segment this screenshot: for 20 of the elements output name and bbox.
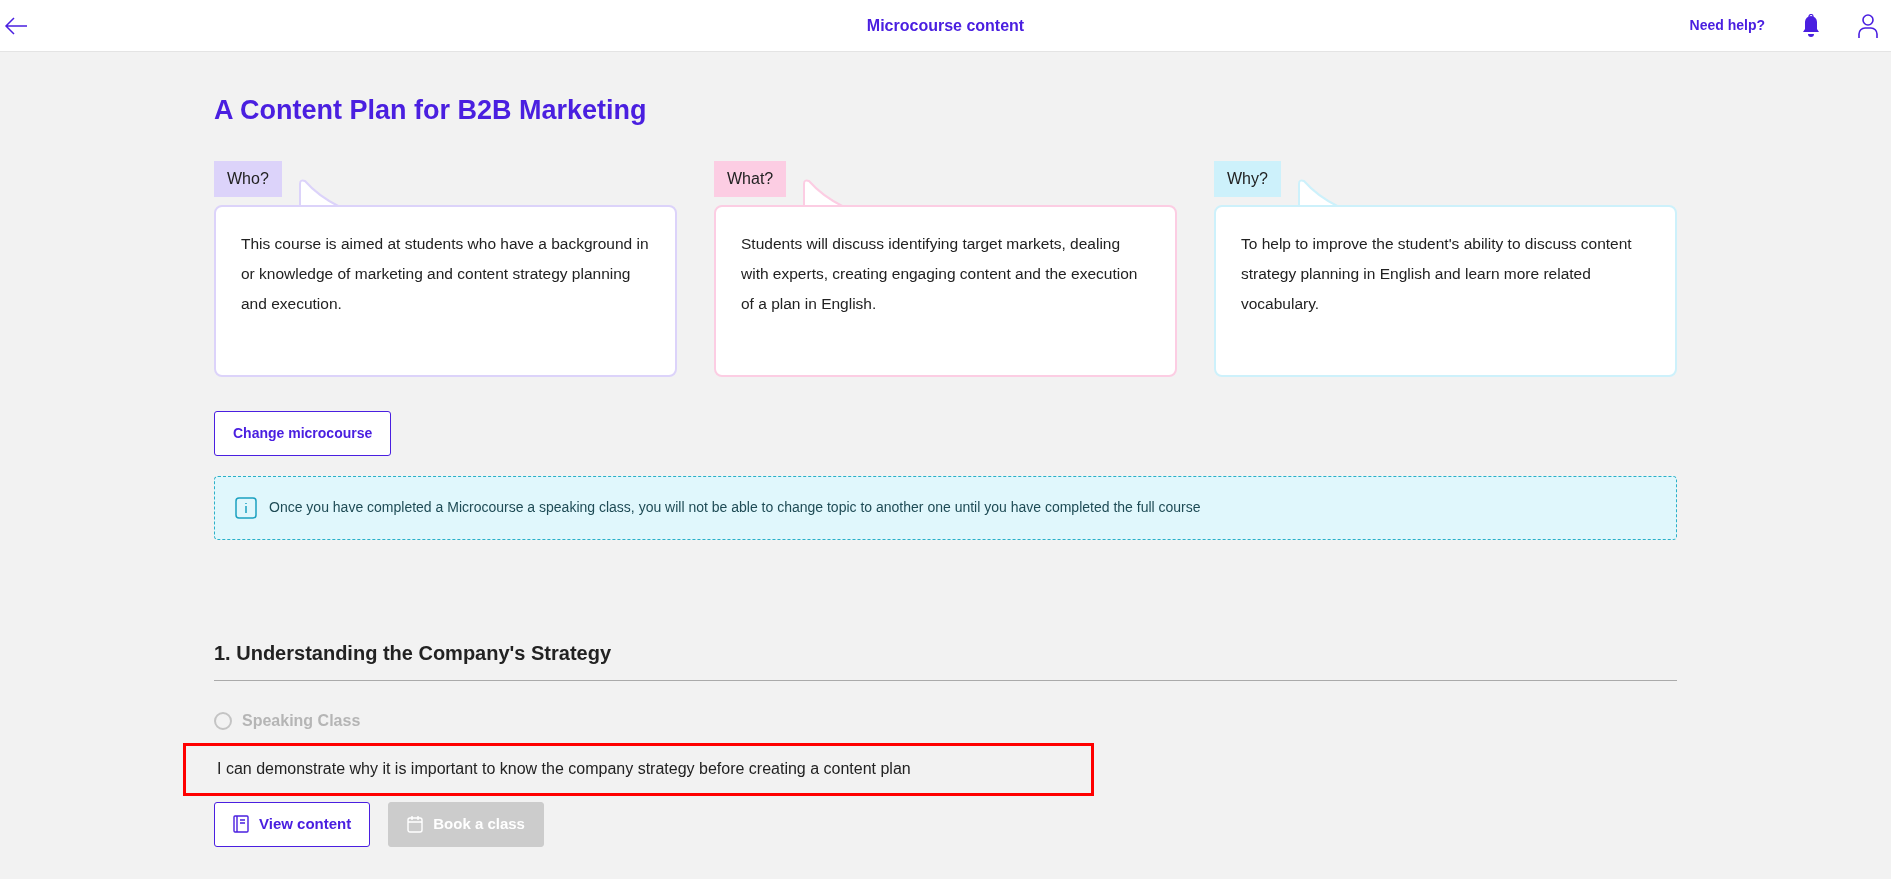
objective-text: I can demonstrate why it is important to know the company strategy before creating a content plan [217, 759, 911, 779]
user-icon[interactable] [1857, 12, 1879, 39]
info-icon [235, 496, 257, 519]
card-tag: What? [714, 160, 787, 197]
calendar-icon [407, 815, 424, 833]
card-text: To help to improve the student's ability to discuss content strategy planning in English and learn more related vocabulary. [1241, 233, 1633, 314]
card-text: Students will discuss identifying target markets, dealing with experts, creating engaging content and the execution of a plan in English. [741, 233, 1139, 314]
section-heading: 1. Understanding the Company's Strategy [214, 637, 1677, 681]
notebook-icon [233, 815, 249, 833]
activity-label: Speaking Class [242, 710, 361, 731]
help-link[interactable]: Need help? [1689, 15, 1765, 36]
bell-icon[interactable] [1801, 13, 1821, 38]
course-title: A Content Plan for B2B Marketing [214, 94, 648, 127]
card-text: This course is aimed at students who have a background in or knowledge of marketing and content strategy planning and execution. [241, 233, 650, 314]
info-text: Once you have completed a Microcourse a speaking class, you will not be able to change topic to another one until you have completed the full course [269, 498, 1201, 517]
card-tag: Why? [1214, 160, 1281, 197]
page-title: Microcourse content [866, 15, 1025, 36]
card-tag: Who? [214, 160, 282, 197]
change-microcourse-button[interactable]: Change microcourse [214, 410, 392, 456]
view-content-button[interactable]: View content [214, 801, 371, 847]
